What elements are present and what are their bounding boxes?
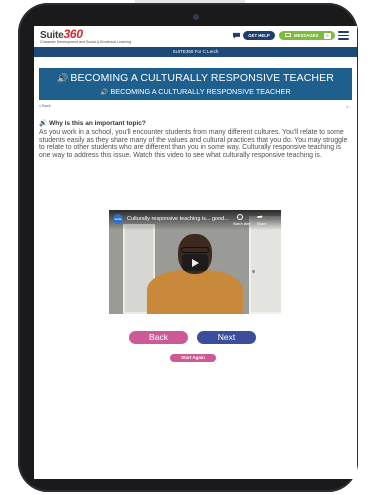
speaker-icon[interactable]: 🔊: [57, 73, 68, 84]
header: Suite360 Character Development and Socia…: [34, 26, 357, 46]
envelope-icon: [285, 33, 291, 37]
messages-count-badge: 0: [324, 32, 331, 39]
back-link[interactable]: « Back: [39, 104, 51, 108]
video-title[interactable]: Culturally responsive teaching is... goo…: [127, 216, 229, 222]
back-button[interactable]: Back: [129, 331, 188, 344]
lesson-title-banner: 🔊 BECOMING A CULTURALLY RESPONSIVE TEACHE…: [39, 68, 352, 100]
lesson-subtitle-text: BECOMING A CULTURALLY RESPONSIVE TEACHER: [110, 87, 291, 96]
app-logo[interactable]: Suite360: [40, 27, 83, 41]
messages-button[interactable]: MESSAGES 0: [279, 31, 335, 40]
watch-later-label[interactable]: Watch later: [233, 222, 251, 226]
question-heading: 🔊 Why is this an important topic?: [39, 119, 146, 127]
share-label[interactable]: Share: [257, 222, 266, 226]
tagline: Character Development and Social & Emoti…: [40, 40, 132, 44]
speaker-icon[interactable]: 🔊: [100, 88, 108, 96]
video-person-glasses: [181, 247, 209, 253]
video-door-right: [249, 216, 281, 314]
video-person-body: [147, 270, 243, 314]
next-button[interactable]: Next: [197, 331, 256, 344]
logo-number: 360: [63, 27, 83, 41]
video-door-knob: [252, 270, 255, 273]
video-player[interactable]: suite Culturally responsive teaching is.…: [109, 210, 281, 314]
hamburger-menu-icon[interactable]: [338, 31, 349, 40]
start-again-button[interactable]: Start Again: [170, 354, 216, 362]
camera-icon: [193, 14, 199, 20]
messages-label: MESSAGES: [294, 33, 319, 38]
share-icon[interactable]: ➦: [257, 213, 263, 221]
status-indicator-icon: ●○: [346, 104, 351, 109]
clock-icon[interactable]: [237, 214, 243, 220]
channel-avatar[interactable]: suite: [113, 214, 123, 224]
lesson-title-text: BECOMING A CULTURALLY RESPONSIVE TEACHER: [70, 72, 334, 84]
lesson-subtitle: 🔊 BECOMING A CULTURALLY RESPONSIVE TEACHE…: [39, 87, 352, 96]
get-help-button[interactable]: GET HELP: [243, 31, 275, 40]
app-screen: Suite360 Character Development and Socia…: [34, 26, 357, 479]
chat-icon[interactable]: [232, 32, 241, 39]
course-bar: SUITE360 For C.Lerch: [34, 47, 357, 57]
play-button-icon[interactable]: [182, 254, 208, 271]
lesson-title: 🔊 BECOMING A CULTURALLY RESPONSIVE TEACHE…: [39, 72, 352, 84]
lesson-paragraph: As you work in a school, you'll encounte…: [39, 129, 348, 160]
speaker-icon[interactable]: 🔊: [39, 119, 47, 127]
question-text: Why is this an important topic?: [49, 120, 146, 127]
